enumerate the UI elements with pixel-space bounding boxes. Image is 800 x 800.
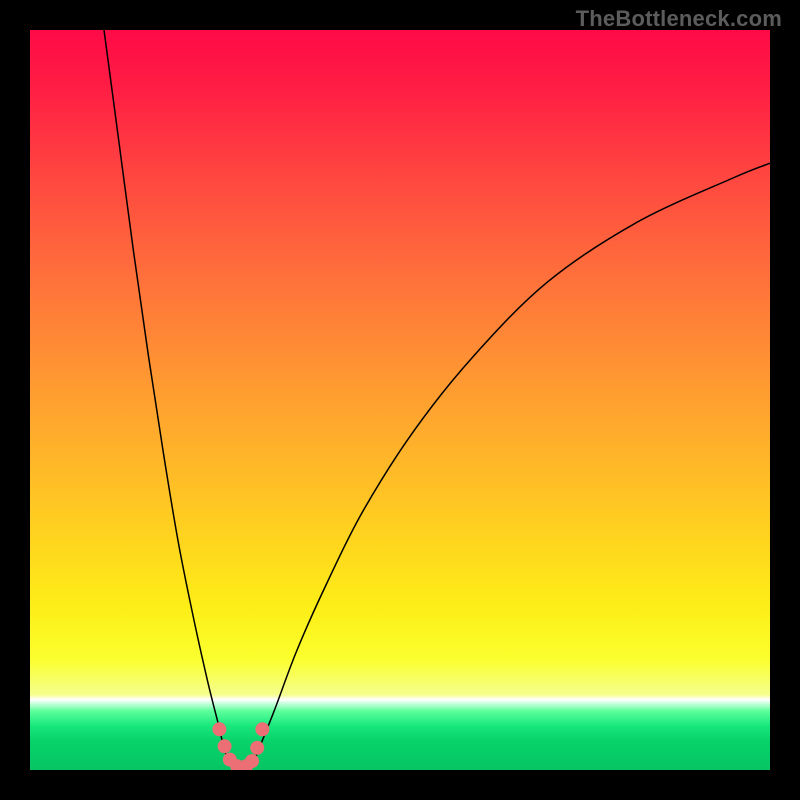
valley-dot — [218, 739, 232, 753]
bottleneck-curve — [104, 30, 770, 768]
plot-area — [30, 30, 770, 770]
chart-frame: TheBottleneck.com — [0, 0, 800, 800]
watermark-text: TheBottleneck.com — [576, 6, 782, 32]
valley-dot — [250, 741, 264, 755]
valley-markers — [212, 722, 269, 770]
valley-dot — [245, 754, 259, 768]
valley-dot — [212, 722, 226, 736]
curve-svg — [30, 30, 770, 770]
valley-dot — [255, 722, 269, 736]
